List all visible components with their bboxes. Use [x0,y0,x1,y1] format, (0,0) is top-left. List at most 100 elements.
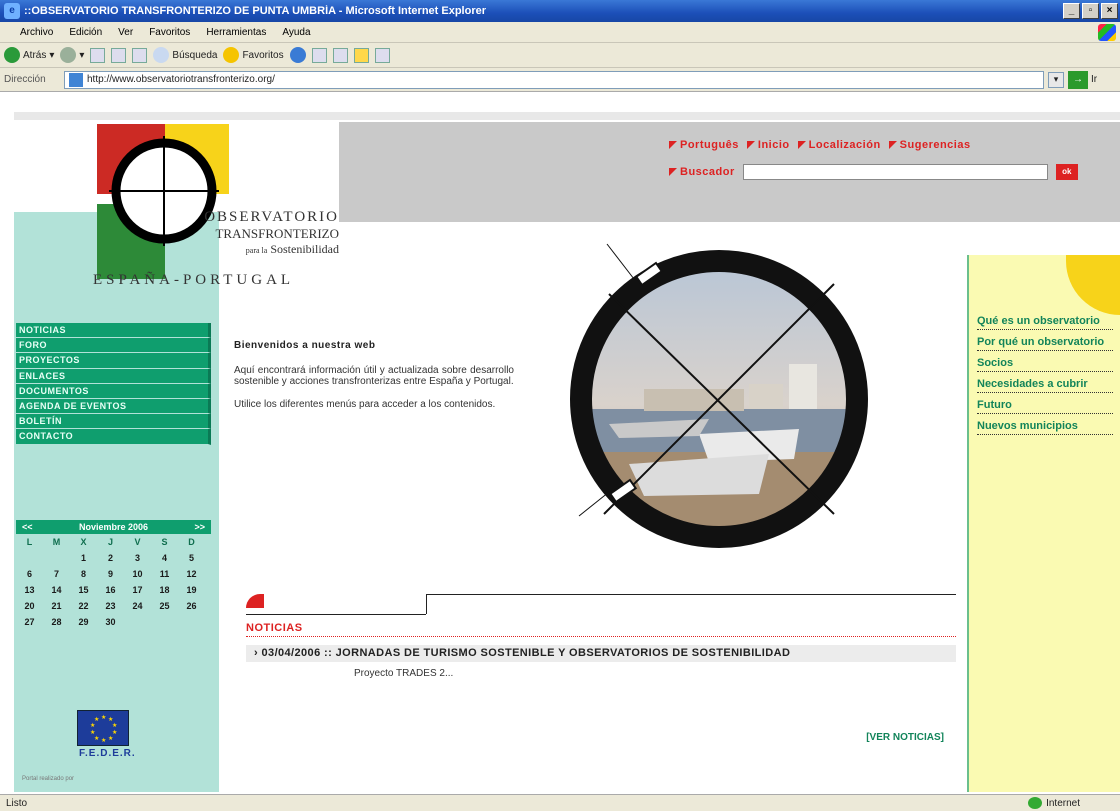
svg-text:★: ★ [112,722,117,729]
minimize-button[interactable]: _ [1063,3,1080,19]
refresh-icon[interactable] [111,47,127,63]
nav-item-enlaces[interactable]: ENLACES [16,368,211,384]
red-flag-icon [669,168,677,176]
home-icon[interactable] [132,47,148,63]
calendar-day[interactable]: 15 [70,582,97,598]
link-futuro[interactable]: Futuro [977,399,1113,414]
print-icon[interactable] [332,47,348,63]
calendar-day[interactable]: 24 [124,598,151,614]
left-column [14,212,219,792]
calendar-day[interactable]: 25 [151,598,178,614]
link-por-que-observatorio[interactable]: Por qué un observatorio [977,336,1113,351]
nav-item-noticias[interactable]: NOTICIAS [16,323,211,339]
link-inicio[interactable]: Inicio [746,139,790,151]
search-ok-button[interactable]: ok [1055,164,1078,180]
stop-icon[interactable] [90,47,106,63]
site-logo[interactable]: OBSERVATORIO TRANSFRONTERIZO para la Sos… [89,124,339,289]
calendar-day[interactable]: 7 [43,566,70,582]
link-sugerencias[interactable]: Sugerencias [888,139,971,151]
calendar-next-button[interactable]: >> [194,520,205,534]
browser-toolbar: Atrás ▾ ▾ Búsqueda Favoritos [0,43,1120,68]
calendar-day [43,550,70,566]
search-input[interactable] [742,164,1048,180]
link-necesidades[interactable]: Necesidades a cubrir [977,378,1113,393]
calendar-day[interactable]: 1 [70,550,97,566]
calendar-day[interactable]: 18 [151,582,178,598]
calendar-day [16,550,43,566]
calendar-day[interactable]: 17 [124,582,151,598]
address-input[interactable]: http://www.observatoriotransfronterizo.o… [64,70,1044,89]
calendar-day[interactable]: 16 [97,582,124,598]
calendar-day[interactable]: 20 [16,598,43,614]
calendar-day[interactable]: 10 [124,566,151,582]
menu-archivo[interactable]: Archivo [20,27,53,38]
favorites-button[interactable]: Favoritos [223,47,284,63]
calendar-day[interactable]: 23 [97,598,124,614]
menu-herramientas[interactable]: Herramientas [206,27,266,38]
calendar-day[interactable]: 5 [178,550,205,566]
link-socios[interactable]: Socios [977,357,1113,372]
calendar-day[interactable]: 11 [151,566,178,582]
back-label: Atrás [23,49,47,61]
web-page: OBSERVATORIO TRANSFRONTERIZO para la Sos… [14,112,1120,792]
calendar-day[interactable]: 30 [97,614,124,630]
news-item-link[interactable]: › 03/04/2006 :: JORNADAS DE TURISMO SOST… [246,645,956,662]
menu-favoritos[interactable]: Favoritos [149,27,190,38]
eu-flag-icon: ★ ★ ★ ★ ★ ★ ★ ★ ★ ★ [77,710,129,746]
back-button[interactable]: Atrás ▾ [4,47,54,63]
link-que-es-observatorio[interactable]: Qué es un observatorio [977,315,1113,330]
nav-item-agenda[interactable]: AGENDA DE EVENTOS [16,398,211,415]
footer-credit[interactable]: Portal realizado por [22,776,74,782]
calendar-day[interactable]: 22 [70,598,97,614]
menu-edicion[interactable]: Edición [69,27,102,38]
calendar-day[interactable]: 13 [16,582,43,598]
windows-logo-icon [1098,24,1116,41]
address-dropdown-icon[interactable]: ▾ [1048,71,1064,88]
search-button[interactable]: Búsqueda [153,47,217,63]
calendar-month: Noviembre 2006 [78,522,149,532]
window-titlebar: e ::OBSERVATORIO TRANSFRONTERIZO DE PUNT… [0,0,1120,22]
calendar-day[interactable]: 12 [178,566,205,582]
news-title: NOTICIAS [246,622,956,637]
messenger-icon[interactable] [374,47,390,63]
forward-button[interactable]: ▾ [60,47,84,63]
calendar-day[interactable]: 26 [178,598,205,614]
nav-item-contacto[interactable]: CONTACTO [16,429,211,445]
nav-item-proyectos[interactable]: PROYECTOS [16,353,211,369]
logo-line1: OBSERVATORIO [204,209,339,225]
menu-ayuda[interactable]: Ayuda [282,27,310,38]
calendar-day[interactable]: 6 [16,566,43,582]
nav-item-boletin[interactable]: BOLETÍN [16,414,211,430]
calendar-day[interactable]: 28 [43,614,70,630]
calendar-day[interactable]: 27 [16,614,43,630]
calendar: << Noviembre 2006 >> L M X J V S D 1 2 3 4 5 6 7 8 9 10 1… [16,520,211,630]
news-item-summary: Proyecto TRADES 2... [354,668,454,679]
go-button[interactable]: Ir [1091,74,1097,85]
view-news-link[interactable]: [VER NOTICIAS] [866,732,944,743]
nav-item-foro[interactable]: FORO [16,338,211,354]
link-nuevos-municipios[interactable]: Nuevos municipios [977,420,1113,435]
edit-icon[interactable] [353,47,369,63]
calendar-day[interactable]: 9 [97,566,124,582]
calendar-day[interactable]: 2 [97,550,124,566]
calendar-day[interactable]: 19 [178,582,205,598]
go-arrow-icon[interactable]: → [1068,70,1088,89]
red-flag-icon [746,141,755,149]
history-icon[interactable] [289,47,306,63]
calendar-prev-button[interactable]: << [22,520,33,534]
calendar-day[interactable]: 21 [43,598,70,614]
calendar-day[interactable]: 29 [70,614,97,630]
mail-icon[interactable] [311,47,327,63]
close-button[interactable]: × [1101,3,1118,19]
calendar-day[interactable]: 3 [124,550,151,566]
menu-ver[interactable]: Ver [118,27,133,38]
link-portugues[interactable]: Português [669,139,739,151]
calendar-day[interactable]: 4 [151,550,178,566]
calendar-day[interactable]: 14 [43,582,70,598]
news-section: NOTICIAS › 03/04/2006 :: JORNADAS DE TUR… [246,594,956,743]
link-localizacion[interactable]: Localización [797,139,881,151]
maximize-button[interactable]: ▫ [1082,3,1099,19]
nav-item-documentos[interactable]: DOCUMENTOS [16,383,211,399]
calendar-day[interactable]: 8 [70,566,97,582]
welcome-text-2: Utilice los diferentes menús para accede… [234,399,496,410]
